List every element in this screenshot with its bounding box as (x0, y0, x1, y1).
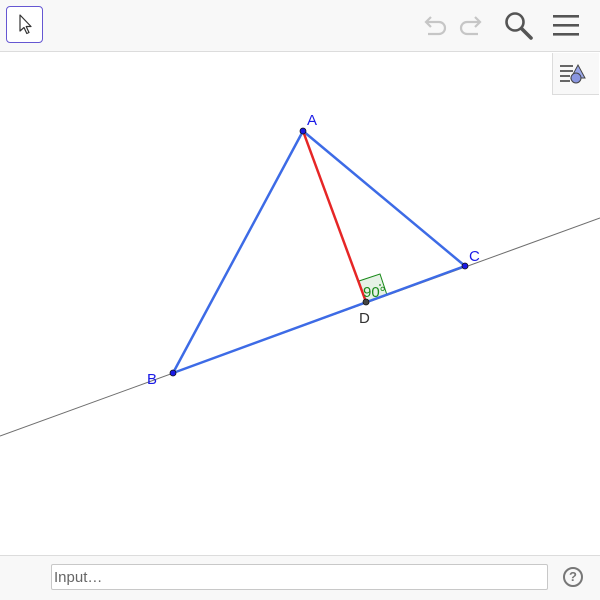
redo-icon (459, 16, 482, 36)
move-tool-button[interactable] (6, 6, 43, 43)
input-bar: ? (0, 555, 600, 600)
label-d: D (359, 310, 370, 327)
point-a[interactable] (299, 127, 307, 135)
move-arrow-icon (19, 14, 32, 35)
redo-button[interactable] (456, 10, 488, 42)
hamburger-menu-icon (553, 15, 579, 36)
label-c: C (469, 248, 480, 265)
angle-label: 90° (363, 284, 386, 301)
main-menu-button[interactable] (550, 10, 582, 42)
undo-icon (424, 16, 447, 36)
triangle-abc[interactable] (171, 129, 467, 375)
label-b: B (147, 371, 157, 388)
search-icon (505, 12, 533, 40)
undo-button[interactable] (418, 10, 450, 42)
graphics-view[interactable]: A B C D 90° (0, 53, 600, 555)
search-button[interactable] (503, 10, 535, 42)
toolbar (0, 0, 600, 52)
point-c[interactable] (461, 262, 469, 270)
label-a: A (307, 112, 317, 129)
help-button[interactable]: ? (563, 567, 583, 587)
point-b[interactable] (169, 369, 177, 377)
algebra-input[interactable] (51, 564, 548, 590)
